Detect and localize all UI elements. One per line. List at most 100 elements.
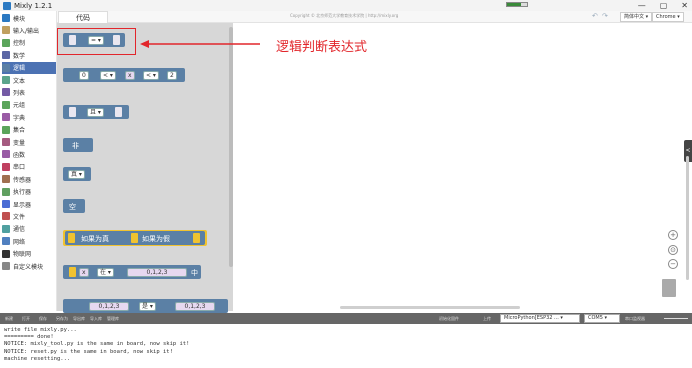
category-icon — [2, 125, 10, 134]
horizontal-scrollbar[interactable] — [340, 306, 520, 309]
sidebar-item-16[interactable]: 文件 — [2, 210, 56, 222]
sidebar-item-label: 传感器 — [13, 176, 32, 184]
category-icon — [2, 63, 10, 72]
sidebar-item-13[interactable]: 传感器 — [2, 173, 56, 185]
operator-dropdown[interactable]: < ▾ — [143, 70, 159, 80]
sidebar-item-label: 字典 — [13, 114, 26, 122]
zoom-reset-icon[interactable]: ⊙ — [668, 245, 678, 255]
console-line: NOTICE: reset.py is the same in board, n… — [4, 348, 173, 355]
language-select[interactable]: 简体中文 ▾ — [620, 12, 653, 22]
sidebar-item-15[interactable]: 显示器 — [2, 198, 56, 210]
sidebar-item-12[interactable]: 串口 — [2, 161, 56, 173]
contains-block[interactable]: x 在 ▾ 0,1,2,3 中 — [63, 265, 201, 279]
bottom-button-5[interactable]: 导入库 — [87, 313, 105, 324]
sidebar-item-label: 变量 — [13, 139, 26, 147]
mixly-window: Mixly 1.2.1 — ▢ ✕ 代码 Copyright © 北京师范大学教… — [0, 0, 692, 368]
category-icon — [2, 212, 10, 221]
sidebar-item-19[interactable]: 物联网 — [2, 248, 56, 260]
bottom-button-3[interactable]: 另存为 — [53, 313, 71, 324]
sidebar-item-18[interactable]: 网络 — [2, 235, 56, 247]
block-flyout: = ▾ 0 < ▾ x < ▾ 2 且 ▾ 非 真 ▾ 空 如果为真 如果为假 … — [57, 23, 233, 313]
category-icon — [2, 224, 10, 233]
sidebar-item-8[interactable]: 字典 — [2, 111, 56, 123]
number-field[interactable]: 2 — [167, 70, 177, 80]
bottom-button-0[interactable]: 新建 — [2, 313, 16, 324]
minimize-button[interactable]: — — [638, 0, 646, 11]
list-compare-block[interactable]: 0,1,2,3 是 ▾ 0,1,2,3 — [63, 299, 228, 313]
sidebar-item-1[interactable]: 输入/输出 — [2, 24, 56, 36]
operator-dropdown[interactable]: < ▾ — [100, 70, 116, 80]
bottom-button-6[interactable]: 管理库 — [104, 313, 122, 324]
bottom-toolbar: 新建 打开 保存 另存为 导出库 导入库 管理库 初始化固件 上传 MicroPython[… — [0, 313, 692, 324]
input-slot — [69, 107, 76, 117]
variable-field[interactable]: x — [125, 70, 135, 80]
input-slot — [131, 233, 138, 243]
not-block[interactable]: 非 — [63, 138, 93, 152]
input-slot — [115, 107, 122, 117]
sidebar-item-4[interactable]: 逻辑 — [2, 61, 56, 74]
operator-dropdown[interactable]: 在 ▾ — [97, 267, 114, 277]
sidebar-item-3[interactable]: 数学 — [2, 49, 56, 61]
upload-button[interactable]: 上传 — [480, 313, 494, 324]
operator-dropdown[interactable]: 是 ▾ — [139, 301, 156, 311]
sidebar-item-label: 网络 — [13, 238, 26, 246]
sidebar-item-20[interactable]: 自定义模块 — [2, 260, 56, 272]
zoom-in-icon[interactable]: + — [668, 230, 678, 240]
board-select[interactable]: MicroPython[ESP32 ... ▾ — [500, 314, 580, 323]
ternary-inner: 如果为真 如果为假 — [65, 231, 205, 245]
sidebar-item-label: 文件 — [13, 213, 26, 221]
maximize-button[interactable]: ▢ — [660, 0, 668, 11]
close-button[interactable]: ✕ — [681, 0, 688, 11]
sidebar-item-10[interactable]: 变量 — [2, 136, 56, 148]
sidebar-item-5[interactable]: 文本 — [2, 74, 56, 86]
annotation-arrow — [140, 40, 260, 48]
logic-operation-block[interactable]: 且 ▾ — [63, 105, 129, 119]
sidebar-item-label: 元组 — [13, 102, 26, 110]
sidebar-item-9[interactable]: 集合 — [2, 124, 56, 136]
ternary-true-label: 如果为真 — [81, 235, 109, 243]
variable-field[interactable]: x — [79, 267, 89, 277]
bottom-button-2[interactable]: 保存 — [36, 313, 50, 324]
list-field[interactable]: 0,1,2,3 — [175, 301, 215, 311]
none-block[interactable]: 空 — [63, 199, 85, 213]
category-icon — [2, 76, 10, 84]
bottom-button-1[interactable]: 打开 — [19, 313, 33, 324]
trash-icon[interactable] — [662, 279, 676, 297]
category-icon — [2, 14, 10, 22]
operator-dropdown[interactable]: 且 ▾ — [87, 107, 104, 117]
ternary-block[interactable]: 如果为真 如果为假 — [63, 230, 207, 246]
sidebar-item-11[interactable]: 函数 — [2, 148, 56, 160]
boolean-block[interactable]: 真 ▾ — [63, 167, 91, 181]
sidebar-item-14[interactable]: 执行器 — [2, 186, 56, 198]
sidebar-item-label: 控制 — [13, 40, 26, 48]
category-icon — [2, 138, 10, 146]
blockly-workspace[interactable]: < + ⊙ − — [233, 23, 692, 311]
sidebar-item-6[interactable]: 列表 — [2, 86, 56, 98]
zoom-out-icon[interactable]: − — [668, 259, 678, 269]
sidebar-item-0[interactable]: 模块 — [2, 12, 56, 24]
sidebar-item-17[interactable]: 通信 — [2, 223, 56, 235]
sidebar-item-2[interactable]: 控制 — [2, 37, 56, 49]
list-field[interactable]: 0,1,2,3 — [127, 267, 187, 277]
boolean-dropdown[interactable]: 真 ▾ — [68, 169, 85, 179]
console-size-slider[interactable] — [664, 318, 688, 319]
window-title: Mixly 1.2.1 — [14, 1, 53, 10]
init-firmware-button[interactable]: 初始化固件 — [436, 313, 462, 324]
bottom-button-4[interactable]: 导出库 — [70, 313, 88, 324]
redo-icon[interactable]: ↷ — [602, 12, 608, 20]
browser-select[interactable]: Chrome ▾ — [652, 12, 684, 22]
list-field[interactable]: 0,1,2,3 — [89, 301, 129, 311]
range-compare-block[interactable]: 0 < ▾ x < ▾ 2 — [63, 68, 185, 82]
category-icon — [2, 249, 10, 258]
sidebar-item-7[interactable]: 元组 — [2, 99, 56, 111]
category-icon — [2, 175, 10, 184]
vertical-scrollbar[interactable] — [686, 156, 689, 280]
tab-code[interactable]: 代码 — [58, 11, 108, 23]
category-icon — [2, 187, 10, 196]
sidebar-item-label: 自定义模块 — [13, 263, 44, 271]
undo-icon[interactable]: ↶ — [592, 12, 598, 20]
number-field[interactable]: 0 — [79, 70, 89, 80]
serial-monitor-button[interactable]: 串口监视器 — [622, 313, 648, 324]
port-select[interactable]: COM5 ▾ — [584, 314, 620, 323]
top-toolbar: 代码 Copyright © 北京师范大学教育技术学院 | http://mix… — [0, 11, 692, 23]
